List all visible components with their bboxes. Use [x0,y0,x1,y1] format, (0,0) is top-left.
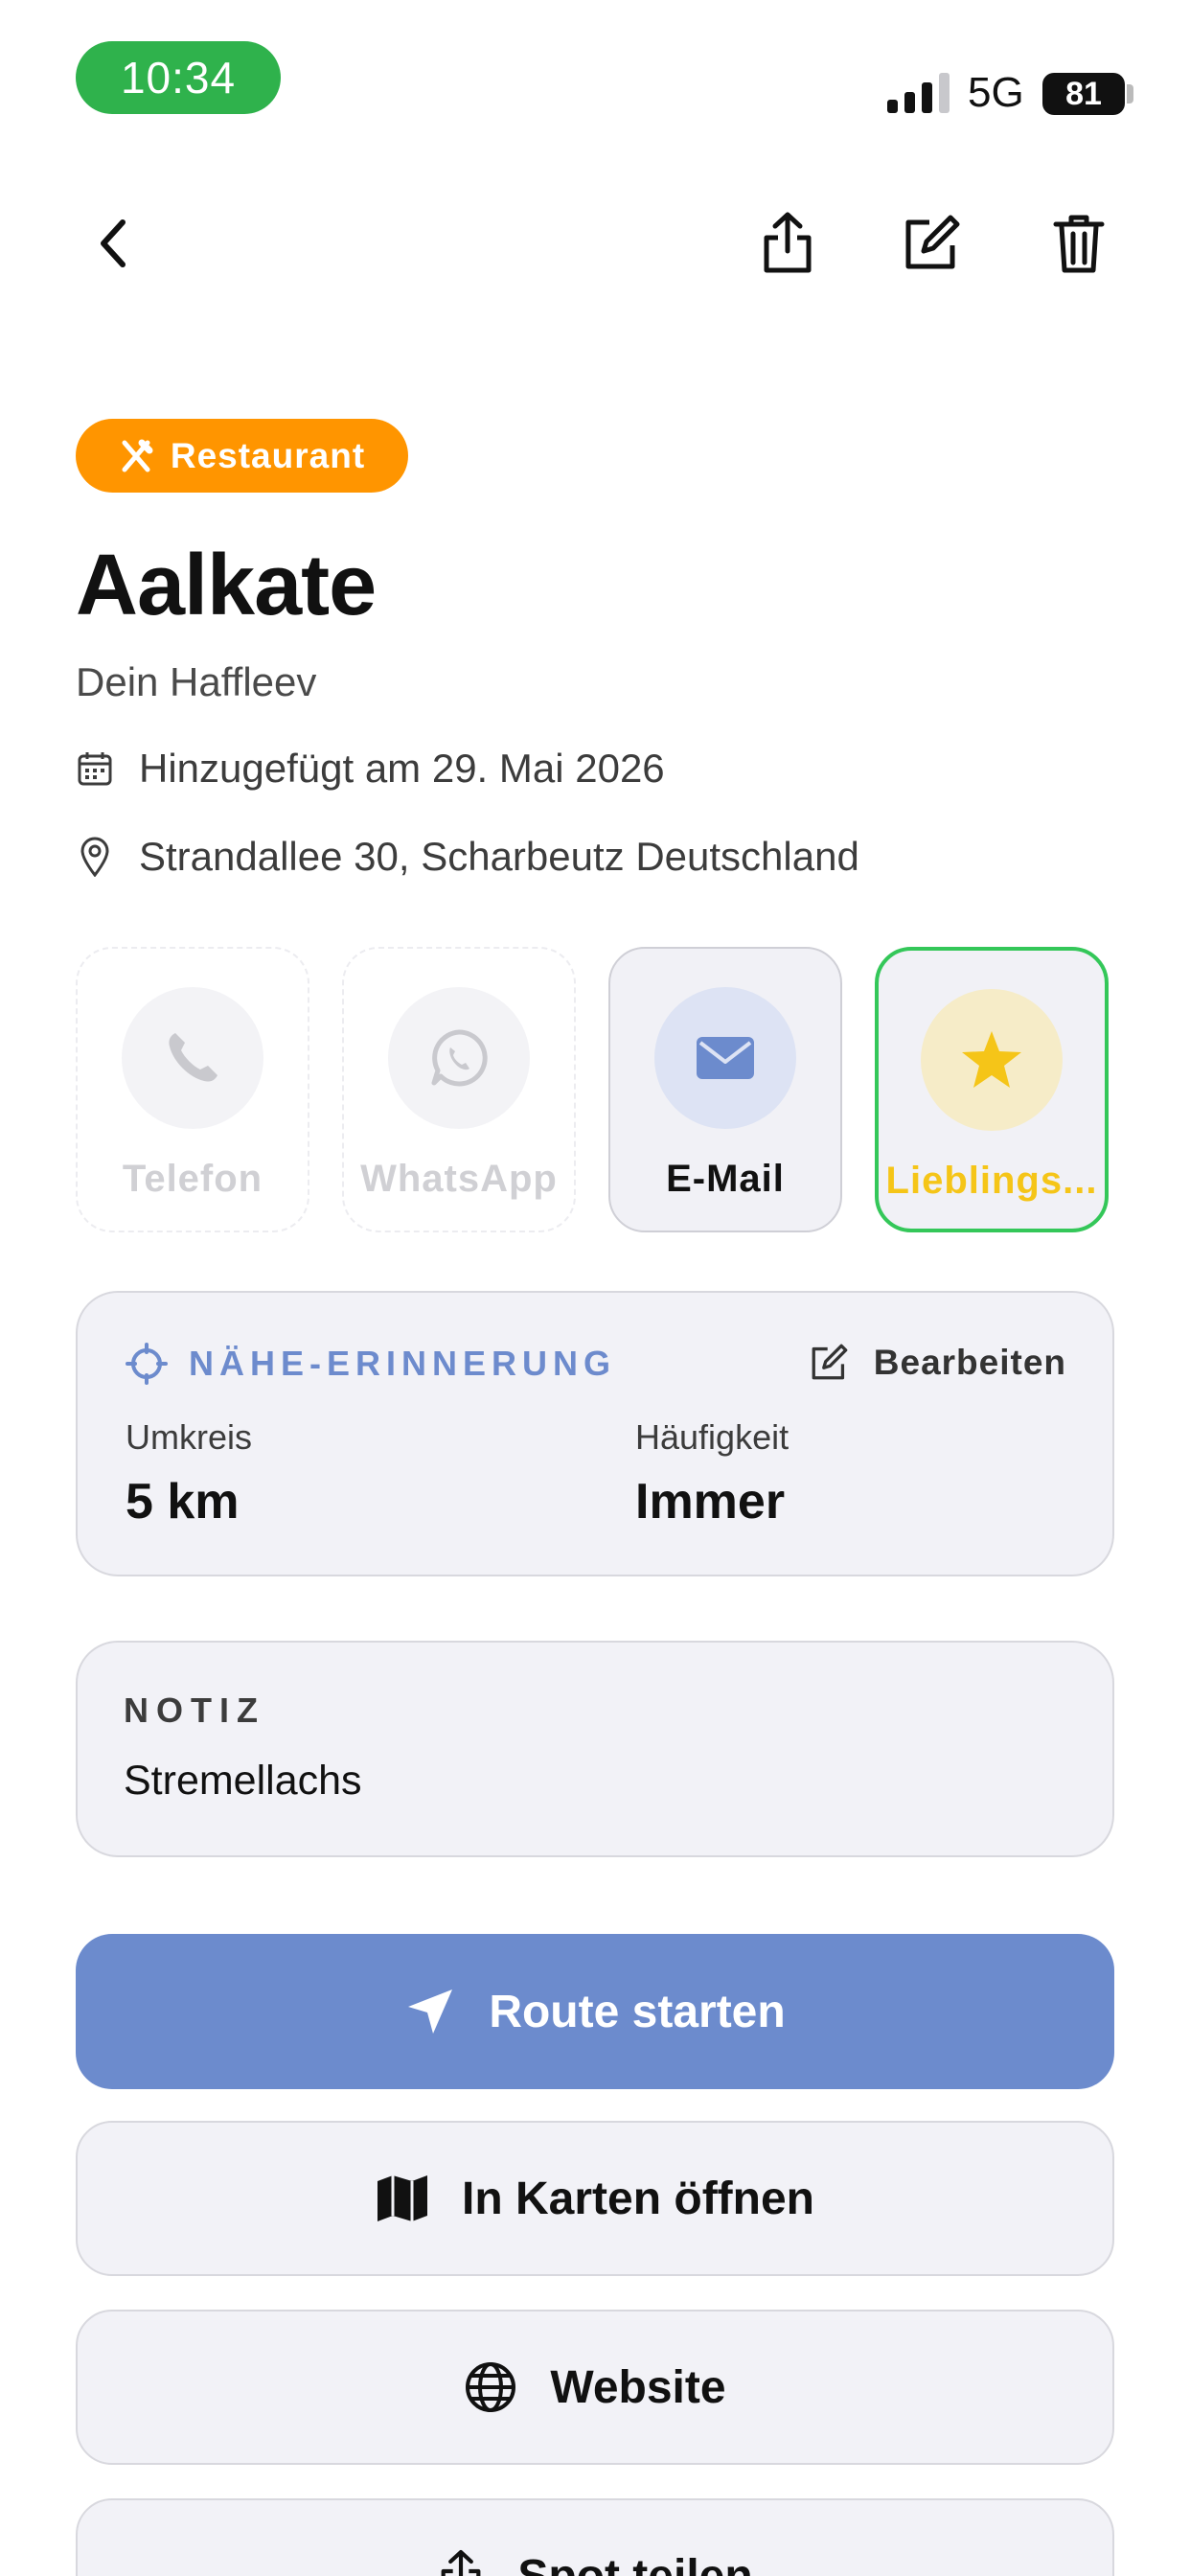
mail-icon [654,987,796,1129]
reminder-edit-label: Bearbeiten [873,1343,1066,1382]
note-text: Stremellachs [124,1758,362,1804]
frequency-label: Häufigkeit [635,1417,790,1457]
share-spot-label: Spot teilen [517,2550,753,2576]
email-action-tile[interactable]: E-Mail [608,947,842,1232]
category-badge: Restaurant [76,419,408,493]
share-spot-button[interactable]: Spot teilen [76,2498,1114,2576]
proximity-reminder-card: NÄHE-ERINNERUNG Bearbeiten Umkreis 5 km … [76,1291,1114,1576]
network-type: 5G [968,69,1024,116]
reminder-edit-button[interactable]: Bearbeiten [809,1343,1066,1383]
favorite-action-label: Lieblings... [885,1160,1098,1202]
map-icon [378,2175,427,2221]
whatsapp-action-label: WhatsApp [360,1158,558,1200]
start-route-label: Route starten [489,1986,786,2037]
whatsapp-action-tile[interactable]: WhatsApp [342,947,576,1232]
added-date-text: Hinzugefügt am 29. Mai 2026 [139,746,665,791]
calendar-icon [76,748,114,790]
radius-label: Umkreis [126,1417,252,1457]
edit-icon [812,1344,848,1380]
favorite-action-tile[interactable]: Lieblings... [875,947,1109,1232]
radius-value: 5 km [126,1474,240,1530]
trash-icon[interactable] [1044,209,1113,278]
place-subtitle: Dein Haffleev [76,659,317,704]
open-in-maps-button[interactable]: In Karten öffnen [76,2121,1114,2276]
back-chevron-icon[interactable] [79,209,148,278]
signal-icon [887,73,950,113]
edit-icon[interactable] [897,209,966,278]
share-icon[interactable] [753,209,822,278]
fork-knife-icon [122,439,153,472]
frequency-value: Immer [635,1474,786,1530]
share-icon [441,2549,481,2576]
battery-indicator: 81 [1042,73,1125,115]
address-row[interactable]: Strandallee 30, Scharbeutz Deutschland [76,834,859,880]
phone-action-label: Telefon [122,1158,263,1200]
phone-icon [122,987,263,1129]
category-label: Restaurant [170,435,366,475]
globe-icon [466,2362,516,2412]
address-text: Strandallee 30, Scharbeutz Deutschland [139,834,859,879]
status-time: 10:34 [76,41,281,114]
battery-cap [1127,84,1133,104]
location-pin-icon [76,836,114,878]
reminder-header: NÄHE-ERINNERUNG [126,1343,616,1385]
note-card: NOTIZ Stremellachs [76,1641,1114,1857]
website-label: Website [550,2361,726,2413]
email-action-label: E-Mail [666,1158,785,1200]
target-icon [126,1343,168,1385]
star-icon [921,989,1063,1131]
website-button[interactable]: Website [76,2310,1114,2465]
place-title: Aalkate [76,538,377,633]
phone-action-tile[interactable]: Telefon [76,947,309,1232]
reminder-heading: NÄHE-ERINNERUNG [189,1344,617,1383]
note-heading: NOTIZ [124,1690,265,1730]
start-route-button[interactable]: Route starten [76,1934,1114,2089]
whatsapp-icon [388,987,530,1129]
added-date-row: Hinzugefügt am 29. Mai 2026 [76,746,665,792]
open-in-maps-label: In Karten öffnen [462,2173,814,2224]
navigation-arrow-icon [408,1990,453,2034]
